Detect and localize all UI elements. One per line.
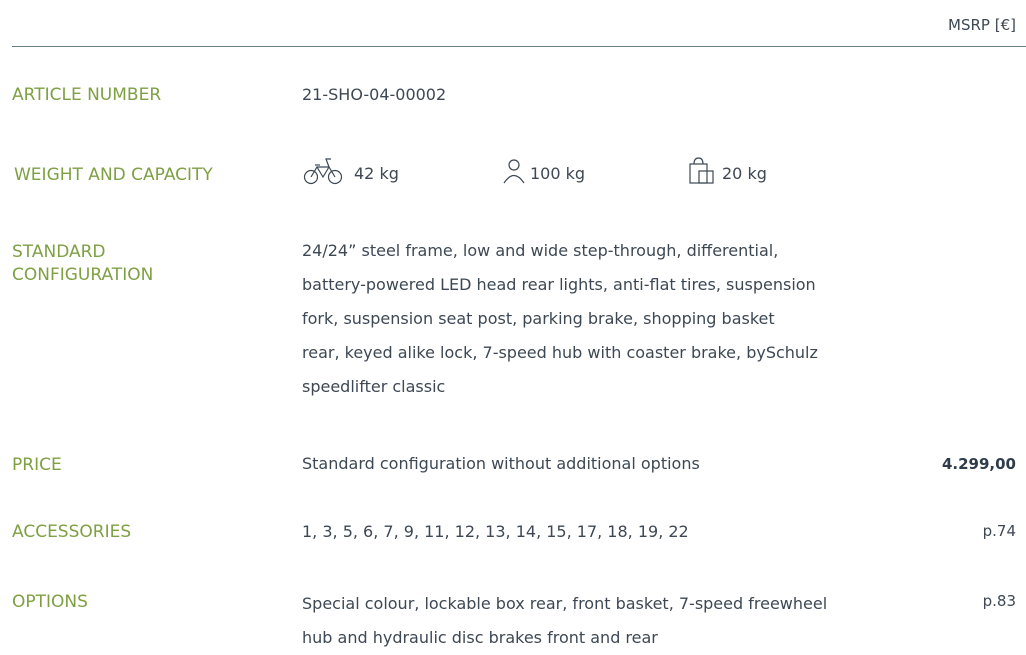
bike-weight-value: 42 kg (354, 163, 399, 183)
luggage-capacity-value: 20 kg (722, 163, 767, 183)
price-description: Standard configuration without additiona… (302, 454, 700, 473)
weight-capacity-label: WEIGHT AND CAPACITY (14, 165, 213, 185)
price-value: 4.299,00 (941, 455, 1016, 473)
msrp-header: MSRP [€] (948, 16, 1016, 34)
luggage-capacity-spec: 20 kg (688, 156, 767, 190)
standard-configuration-label: STANDARD CONFIGURATION (12, 241, 153, 287)
standard-label-line1: STANDARD (12, 242, 106, 262)
options-line: hub and hydraulic disc brakes front and … (302, 628, 658, 647)
header-divider (12, 46, 1026, 47)
standard-config-line: speedlifter classic (302, 377, 446, 396)
options-text: Special colour, lockable box rear, front… (302, 587, 827, 655)
standard-config-line: rear, keyed alike lock, 7-speed hub with… (302, 343, 818, 362)
bag-icon (688, 156, 718, 190)
price-label: PRICE (12, 455, 62, 475)
standard-configuration-text: 24/24” steel frame, low and wide step-th… (302, 234, 818, 404)
standard-config-line: battery-powered LED head rear lights, an… (302, 275, 816, 294)
standard-config-line: 24/24” steel frame, low and wide step-th… (302, 241, 779, 260)
rider-capacity-spec: 100 kg (502, 156, 585, 190)
standard-label-line2: CONFIGURATION (12, 265, 154, 285)
options-label: OPTIONS (12, 592, 88, 612)
options-line: Special colour, lockable box rear, front… (302, 594, 828, 613)
bicycle-icon (302, 156, 348, 190)
bike-weight-spec: 42 kg (302, 156, 399, 190)
person-icon (502, 156, 526, 190)
accessories-list: 1, 3, 5, 6, 7, 9, 11, 12, 13, 14, 15, 17… (302, 522, 689, 541)
article-number-value: 21-SHO-04-00002 (302, 85, 447, 104)
standard-config-line: fork, suspension seat post, parking brak… (302, 309, 775, 328)
accessories-label: ACCESSORIES (12, 522, 132, 542)
article-number-label: ARTICLE NUMBER (12, 85, 162, 105)
options-page-ref: p.83 (982, 592, 1016, 610)
rider-capacity-value: 100 kg (530, 163, 586, 183)
accessories-page-ref: p.74 (982, 522, 1016, 540)
